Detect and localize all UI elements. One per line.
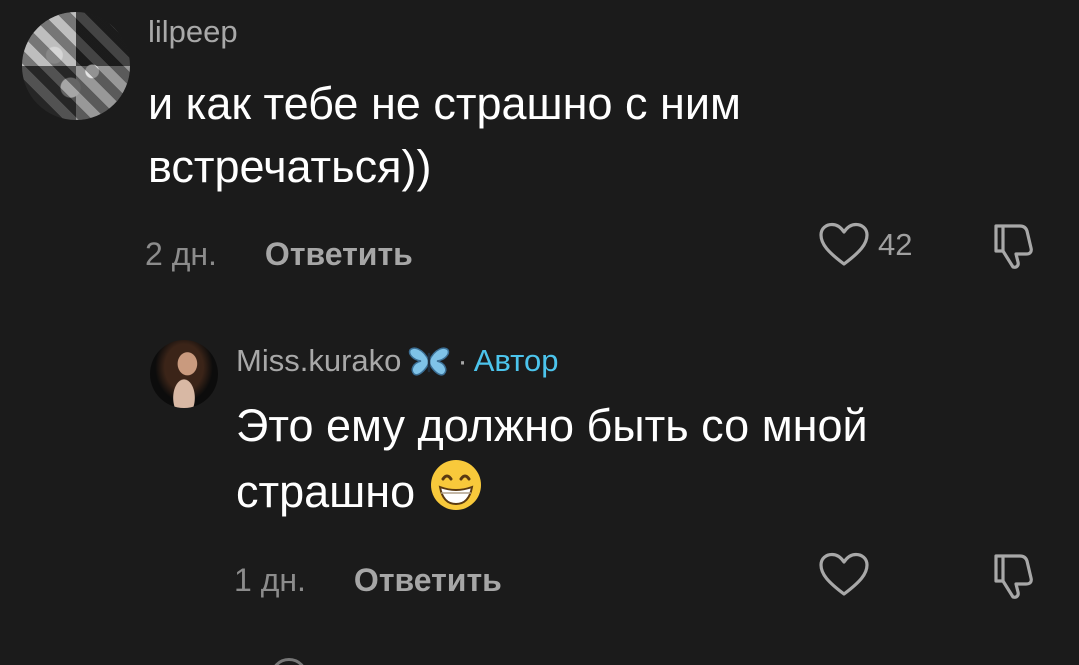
- reply-header: Miss.kurako · Автор: [236, 343, 559, 379]
- comment-time: 1 дн.: [234, 562, 306, 598]
- thumbs-down-icon: [994, 554, 1033, 599]
- author-badge: Автор: [473, 343, 559, 378]
- comment-meta: 2 дн. Ответить: [145, 236, 413, 273]
- avatar[interactable]: [150, 340, 218, 408]
- reply-comment: Miss.kurako · Автор Это ему должно быть …: [0, 330, 1079, 630]
- grinning-face-emoji-icon: [430, 460, 481, 510]
- comments-screen: lilpeep и как тебе не страшно с ним встр…: [0, 0, 1079, 665]
- like-count: 42: [878, 227, 913, 262]
- comment-text: Это ему должно быть со мной страшно: [236, 394, 1036, 523]
- comment-meta: 1 дн. Ответить: [234, 562, 502, 599]
- like-button[interactable]: [818, 552, 870, 598]
- comment: lilpeep и как тебе не страшно с ним встр…: [0, 0, 1079, 300]
- thumbs-down-icon: [994, 224, 1033, 269]
- heart-icon: [819, 552, 869, 596]
- separator: ·: [457, 343, 468, 378]
- comment-time: 2 дн.: [145, 236, 217, 272]
- reply-button[interactable]: Ответить: [265, 236, 413, 273]
- avatar[interactable]: [22, 12, 130, 120]
- butterfly-emoji-icon: [409, 347, 450, 376]
- reply-button[interactable]: Ответить: [354, 562, 502, 599]
- comment-text: и как тебе не страшно с ним встречаться)…: [148, 78, 741, 192]
- comment-username[interactable]: Miss.kurako: [236, 343, 401, 379]
- dislike-button[interactable]: [990, 220, 1038, 275]
- heart-icon: [819, 222, 869, 266]
- dislike-button[interactable]: [990, 550, 1038, 605]
- comment-text-body: Это ему должно быть со мной страшно: [236, 400, 868, 517]
- next-item-peek: [270, 658, 308, 665]
- comment-username[interactable]: lilpeep: [148, 14, 238, 50]
- like-button[interactable]: 42: [818, 222, 912, 268]
